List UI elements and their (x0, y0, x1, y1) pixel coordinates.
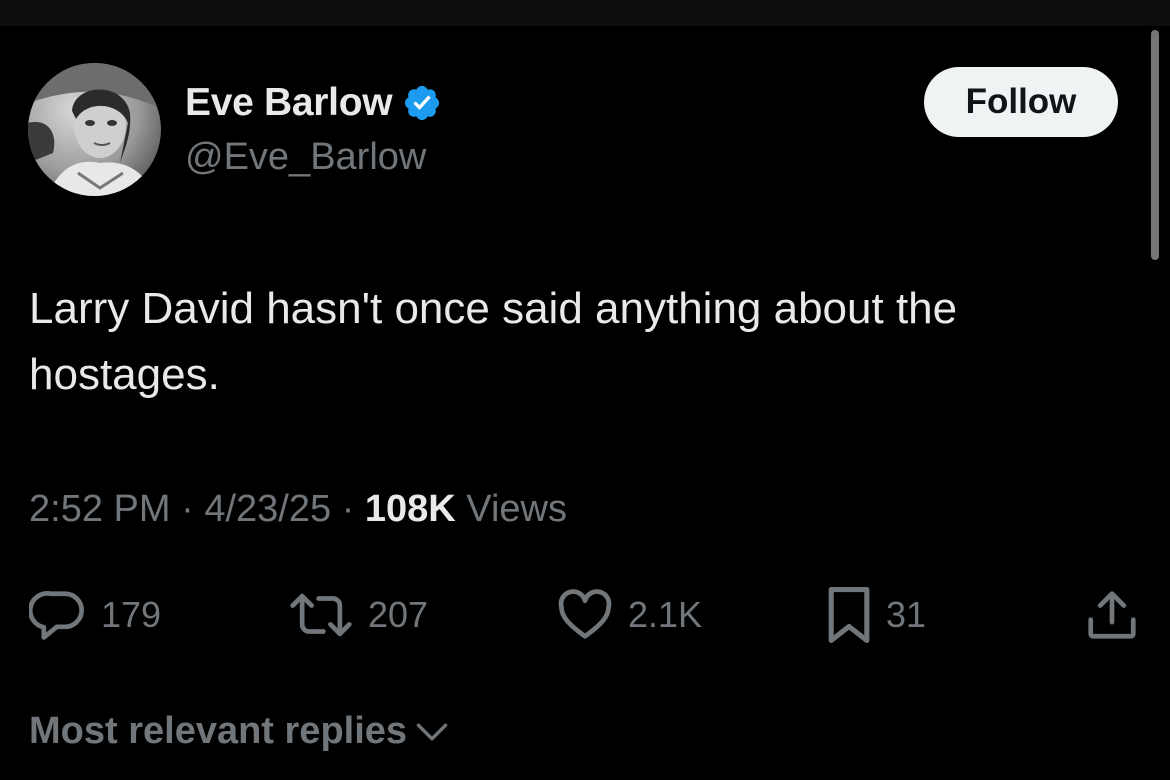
share-button[interactable] (1086, 585, 1138, 645)
verified-badge-icon[interactable] (402, 83, 442, 123)
meta-separator: · (331, 488, 365, 530)
chevron-down-icon (416, 723, 448, 741)
status-bar (0, 0, 1170, 26)
like-button[interactable]: 2.1K (556, 585, 702, 645)
replies-sort-dropdown[interactable]: Most relevant replies (29, 710, 449, 753)
share-icon (1088, 591, 1136, 639)
meta-separator: · (170, 488, 205, 530)
tweet-actions: 179 207 2.1K 31 (0, 585, 1170, 645)
reply-button[interactable]: 179 (29, 585, 161, 645)
tweet-text: Larry David hasn't once said anything ab… (29, 284, 958, 399)
repost-count: 207 (368, 594, 429, 635)
author-name-row: Eve Barlow (185, 80, 442, 126)
repost-icon (290, 593, 352, 637)
tweet-meta: 2:52 PM · 4/23/25 · 108K Views (29, 488, 567, 531)
views-count: 108K (364, 488, 456, 530)
tweet-date[interactable]: 4/23/25 (204, 488, 331, 530)
tweet-time[interactable]: 2:52 PM (29, 488, 171, 530)
scrollbar[interactable] (1151, 30, 1159, 260)
reply-count: 179 (101, 594, 162, 635)
heart-icon (558, 589, 612, 639)
views-label: Views (455, 488, 567, 530)
replies-sort-label: Most relevant replies (29, 710, 408, 752)
bookmark-button[interactable]: 31 (826, 585, 926, 645)
avatar[interactable] (28, 63, 161, 196)
bookmark-count: 31 (886, 594, 927, 635)
repost-button[interactable]: 207 (288, 585, 428, 645)
display-name[interactable]: Eve Barlow (185, 81, 393, 125)
like-count: 2.1K (628, 594, 703, 635)
follow-button[interactable]: Follow (924, 67, 1118, 137)
bookmark-icon (828, 587, 870, 643)
author-handle[interactable]: @Eve_Barlow (185, 136, 426, 179)
reply-icon (29, 591, 84, 640)
